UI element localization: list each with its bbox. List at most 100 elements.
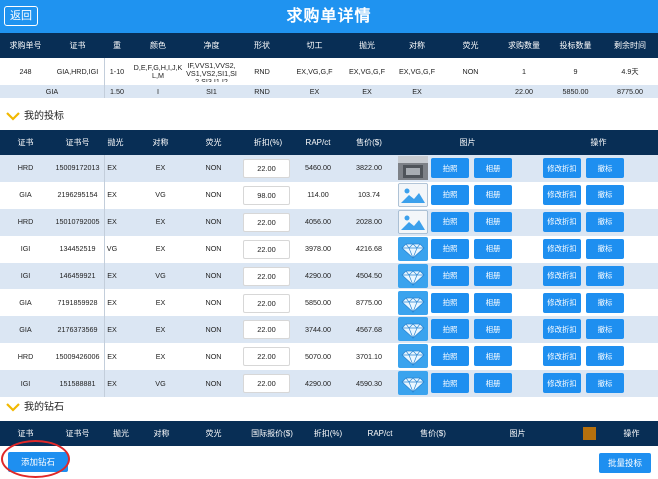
dia-col-cert: 证书 (17, 429, 34, 438)
withdraw-bid-button[interactable]: 撤标 (586, 184, 624, 205)
bid-symmetry: VG (155, 271, 166, 281)
album-button[interactable]: 相册 (474, 373, 512, 394)
my-diamonds-section-header: 我的钻石 (0, 397, 658, 419)
bids-col-fluor: 荧光 (205, 138, 222, 147)
discount-input[interactable]: 22.00 (243, 239, 290, 259)
edit-discount-button[interactable]: 修改折扣 (543, 346, 581, 367)
withdraw-bid-button[interactable]: 撤标 (586, 158, 624, 178)
bid-row: HRD 15009172013 EX EX NON 5460.00 3822.00 22.00… (0, 155, 658, 182)
withdraw-bid-button[interactable]: 撤标 (586, 265, 624, 286)
diamond-icon (398, 263, 428, 288)
take-photo-button[interactable]: 拍照 (431, 292, 469, 313)
take-photo-button[interactable]: 拍照 (431, 265, 469, 286)
withdraw-bid-button[interactable]: 撤标 (586, 319, 624, 340)
edit-discount-button[interactable]: 修改折扣 (543, 292, 581, 313)
chevron-down-icon (6, 403, 20, 412)
album-button[interactable]: 相册 (474, 265, 512, 286)
bid-rap: 5460.00 (305, 163, 331, 173)
bid-cert-no: 15009426006 (55, 351, 100, 361)
bid-symmetry: EX (155, 163, 166, 173)
take-photo-button[interactable]: 拍照 (431, 211, 469, 232)
bid-cert: IGI (20, 271, 31, 281)
album-button[interactable]: 相册 (474, 319, 512, 340)
image-placeholder-icon (398, 182, 428, 207)
album-button[interactable]: 相册 (474, 158, 512, 178)
edit-discount-button[interactable]: 修改折扣 (543, 373, 581, 394)
discount-input[interactable]: 22.00 (243, 212, 290, 232)
back-button[interactable]: 返回 (4, 6, 38, 26)
take-photo-button[interactable]: 拍照 (431, 346, 469, 367)
order-symmetry: EX,VG,G,F (399, 66, 435, 76)
withdraw-bid-button[interactable]: 撤标 (586, 346, 624, 367)
album-button[interactable]: 相册 (474, 238, 512, 259)
bid-cert-no: 15010792005 (55, 217, 100, 227)
album-button[interactable]: 相册 (474, 292, 512, 313)
take-photo-button[interactable]: 拍照 (431, 184, 469, 205)
bid-cert: GIA (19, 324, 32, 334)
dia-col-fluor: 荧光 (205, 429, 222, 438)
discount-input[interactable]: 22.00 (243, 374, 290, 394)
dia-col-rap: RAP/ct (367, 429, 393, 438)
bids-col-rap: RAP/ct (305, 138, 331, 147)
bid-symmetry: VG (155, 190, 166, 200)
withdraw-bid-button[interactable]: 撤标 (586, 211, 624, 232)
album-button[interactable]: 相册 (474, 211, 512, 232)
column-divider (104, 58, 105, 98)
bid-fluor: NON (205, 190, 222, 200)
take-photo-button[interactable]: 拍照 (431, 373, 469, 394)
edit-discount-button[interactable]: 修改折扣 (543, 211, 581, 232)
my-bids-title: 我的投标 (24, 111, 64, 122)
bid-row: IGI 151588881 EX VG NON 4290.00 4590.30 22.00 拍照… (0, 370, 658, 398)
discount-input[interactable]: 22.00 (243, 266, 290, 286)
bid-cert-no: 2196295154 (57, 190, 98, 200)
bids-col-polish: 抛光 (107, 138, 124, 147)
withdraw-bid-button[interactable]: 撤标 (586, 238, 624, 259)
page-title: 求购单详情 (286, 8, 372, 25)
batch-bid-button[interactable]: 批量投标 (599, 453, 651, 473)
dia-col-intl-price: 国际报价($) (251, 429, 293, 438)
bid-symmetry: EX (155, 324, 166, 334)
album-button[interactable]: 相册 (474, 184, 512, 205)
discount-input[interactable]: 22.00 (243, 159, 290, 178)
take-photo-button[interactable]: 拍照 (431, 238, 469, 259)
bid-row: GIA 2176373569 EX EX NON 3744.00 4567.68 22.00 拍… (0, 316, 658, 344)
withdraw-bid-button[interactable]: 撤标 (586, 373, 624, 394)
take-photo-button[interactable]: 拍照 (431, 319, 469, 340)
withdraw-bid-button[interactable]: 撤标 (586, 292, 624, 313)
edit-discount-button[interactable]: 修改折扣 (543, 184, 581, 205)
bid-fluor: NON (205, 244, 222, 254)
summary-cut: EX (309, 86, 320, 96)
bid-price: 2028.00 (356, 217, 382, 227)
take-photo-button[interactable]: 拍照 (431, 158, 469, 178)
discount-input[interactable]: 22.00 (243, 293, 290, 313)
edit-discount-button[interactable]: 修改折扣 (543, 319, 581, 340)
select-all-checkbox[interactable] (583, 427, 596, 440)
discount-input[interactable]: 22.00 (243, 320, 290, 340)
summary-price3: 8775.00 (617, 86, 643, 96)
summary-color: I (157, 86, 159, 96)
col-clarity: 净度 (203, 41, 220, 50)
bid-fluor: NON (205, 351, 222, 361)
edit-discount-button[interactable]: 修改折扣 (543, 158, 581, 178)
add-diamond-button[interactable]: 添加钻石 (8, 452, 68, 472)
album-button[interactable]: 相册 (474, 346, 512, 367)
bid-row: GIA 7191859928 EX EX NON 5850.00 8775.00 22.00 拍… (0, 289, 658, 317)
dia-col-action: 操作 (623, 429, 640, 438)
order-qty: 1 (522, 66, 526, 76)
bid-rap: 3978.00 (305, 244, 331, 254)
discount-input[interactable]: 22.00 (243, 347, 290, 367)
summary-clarity: SI1 (206, 86, 217, 96)
bid-cert: GIA (19, 297, 32, 307)
bids-table-header: 证书 证书号 抛光 对称 荧光 折扣(%) RAP/ct 售价($) 图片 操作 (0, 130, 658, 155)
order-no: 248 (19, 66, 32, 76)
dia-col-cert-no: 证书号 (65, 429, 90, 438)
edit-discount-button[interactable]: 修改折扣 (543, 238, 581, 259)
col-bid-qty: 投标数量 (559, 41, 592, 50)
bids-col-price: 售价($) (356, 138, 382, 147)
discount-input[interactable]: 98.00 (243, 185, 290, 205)
edit-discount-button[interactable]: 修改折扣 (543, 265, 581, 286)
my-diamonds-title: 我的钻石 (24, 402, 64, 413)
bid-rap: 5070.00 (305, 351, 331, 361)
bid-cert: HRD (17, 217, 34, 227)
bid-symmetry: EX (155, 351, 166, 361)
